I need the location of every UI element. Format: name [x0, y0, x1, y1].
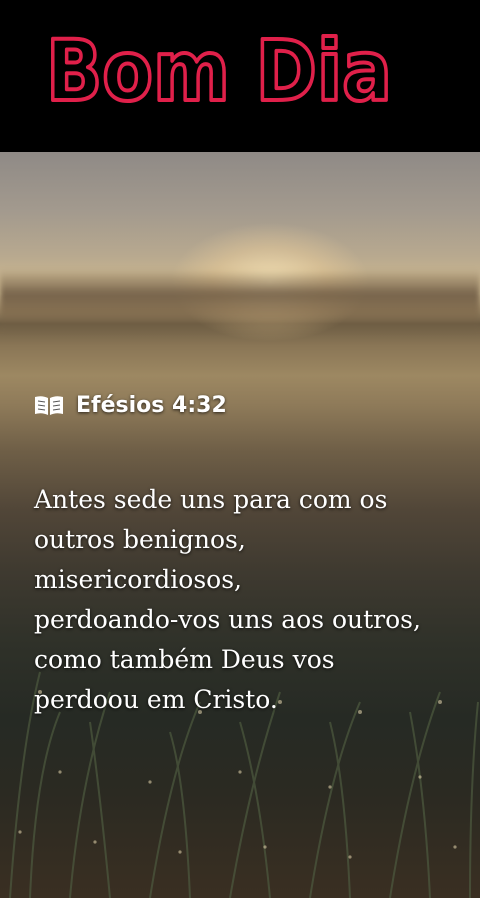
- verse-card: Efésios 4:32 Antes sede uns para com os …: [34, 390, 480, 720]
- verse-reference: Efésios 4:32: [76, 392, 227, 418]
- open-book-icon: [34, 394, 64, 416]
- verse-reference-row: Efésios 4:32: [34, 390, 480, 420]
- svg-text:Bom Dia: Bom Dia: [46, 22, 392, 116]
- verse-text: Antes sede uns para com os outros benign…: [34, 480, 480, 720]
- verse-line: Antes sede uns para com os: [34, 485, 388, 514]
- header-bar: Bom Dia: [0, 0, 480, 152]
- verse-line: como também Deus vos: [34, 645, 335, 674]
- verse-line: perdoando-vos uns aos outros,: [34, 605, 421, 634]
- verse-line: perdoou em Cristo.: [34, 685, 278, 714]
- verse-line: outros benignos,: [34, 525, 246, 554]
- title-logo: Bom Dia: [42, 16, 402, 116]
- title-lettering: Bom Dia: [44, 20, 394, 116]
- screen: Bom Dia Efésios 4:32 Antes sede uns para…: [0, 0, 480, 898]
- tree-line: [0, 270, 480, 330]
- verse-line: misericordiosos,: [34, 565, 242, 594]
